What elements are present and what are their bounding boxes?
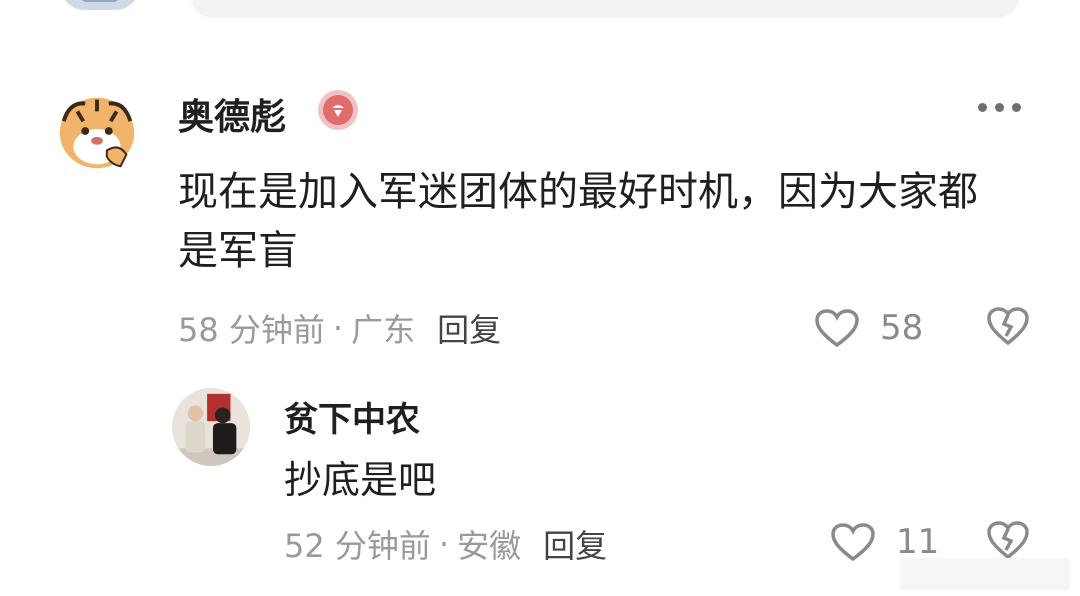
reply-location: 安徽 [457, 527, 522, 565]
more-dot [995, 103, 1004, 112]
avatar[interactable] [48, 82, 146, 180]
meta-separator: · [332, 309, 344, 347]
reply-time: 52 分钟前 [284, 527, 431, 565]
reply-username[interactable]: 贫下中农 [284, 392, 420, 441]
broken-heart-icon [987, 307, 1029, 346]
more-dot [1012, 103, 1021, 112]
more-dots-icon [978, 103, 987, 112]
like-count: 58 [880, 308, 924, 348]
reply-meta: 52 分钟前 · 安徽 回复 [284, 522, 607, 566]
comment-text: 现在是加入军迷团体的最好时机，因为大家都是军盲 [178, 169, 978, 274]
dislike-button[interactable] [986, 306, 1030, 350]
heart-icon [831, 523, 875, 562]
username[interactable]: 奥德彪 [178, 88, 286, 140]
reply-reply-button[interactable]: 回复 [543, 521, 607, 567]
reply-like-count: 11 [896, 522, 940, 562]
heart-icon [815, 309, 859, 348]
reply-avatar[interactable] [172, 388, 250, 466]
watermark-overlay [900, 558, 1070, 590]
comment-time: 58 分钟前 [178, 311, 325, 349]
comment-meta: 58 分钟前 · 广东 回复 [178, 306, 501, 350]
meta-separator: · [438, 525, 450, 563]
previous-comment-bubble [190, 0, 1020, 18]
reply-button[interactable]: 回复 [437, 305, 501, 351]
comment-location: 广东 [351, 311, 416, 349]
tiger-avatar-icon [48, 82, 146, 180]
reply-text: 抄底是吧 [284, 458, 437, 502]
broken-heart-icon [987, 521, 1029, 560]
previous-avatar-partial [60, 0, 140, 10]
like-button[interactable]: 58 [814, 306, 923, 350]
people-photo-avatar-icon [172, 388, 250, 466]
verified-badge-icon [318, 90, 358, 130]
more-options-button[interactable] [978, 103, 1021, 112]
